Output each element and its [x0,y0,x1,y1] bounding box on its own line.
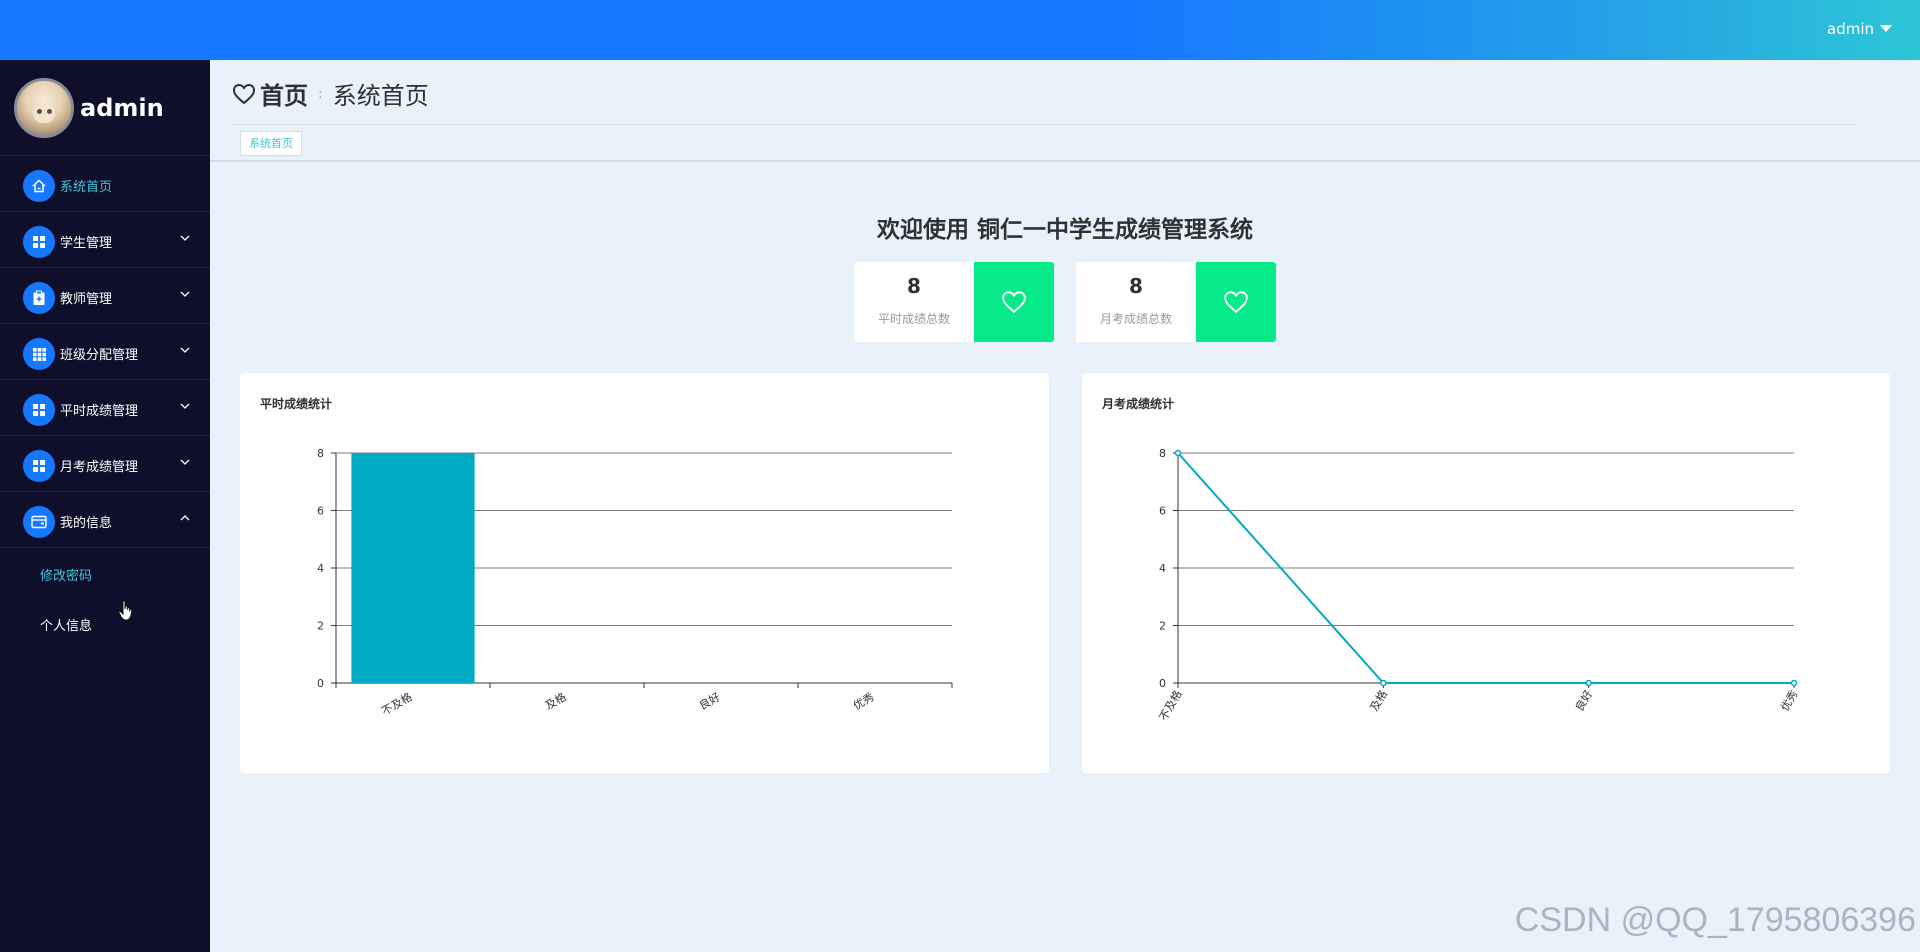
x-tick-label: 及格 [1367,688,1390,714]
user-menu[interactable]: admin [1827,20,1892,38]
sidebar-subitem-label: 修改密码 [40,569,93,584]
wallet-icon [23,506,55,538]
sidebar-item-daily-scores[interactable]: 平时成绩管理 [0,380,210,436]
chart-card-monthly: 月考成绩统计 0 2 4 6 8 不及格 及格 良好 优秀 [1082,373,1890,773]
sidebar-item-classes[interactable]: 班级分配管理 [0,324,210,380]
chart-card-daily: 平时成绩统计 0 2 4 6 8 不及格 及格 良好 优秀 [240,373,1049,773]
sidebar-subitem-personal-info[interactable]: 个人信息 [0,598,210,648]
y-tick-label: 8 [1159,447,1166,460]
stat-text: 8 平时成绩总数 [854,262,974,342]
chevron-down-icon [180,347,190,353]
bar [351,453,475,683]
data-point [1585,679,1592,687]
heart-icon [232,83,256,104]
grid-icon [23,450,55,482]
stat-value: 8 [907,274,921,298]
x-tick-label: 优秀 [851,690,877,712]
sidebar: admin 系统首页 学生管理 教师管理 班级分配管理 平时成绩管理 月考成绩管… [0,60,210,952]
clipboard-icon [23,282,55,314]
x-tick-label: 优秀 [1778,688,1800,714]
x-tick-label: 良好 [696,689,722,712]
sidebar-item-label: 我的信息 [60,516,113,531]
avatar [14,78,74,138]
divider [232,124,1857,125]
chevron-down-icon [180,403,190,409]
grid-icon [23,394,55,426]
tab-home[interactable]: 系统首页 [240,131,302,156]
y-tick-label: 4 [1159,562,1166,575]
sidebar-item-home[interactable]: 系统首页 [0,156,210,212]
line-chart: 0 2 4 6 8 不及格 及格 良好 优秀 [1156,447,1801,724]
data-point [1790,679,1798,687]
chevron-down-icon [180,291,190,297]
avatar-eye [37,109,42,114]
y-tick-label: 6 [1159,505,1166,518]
x-tick-label: 良好 [1572,688,1595,714]
y-tick-label: 4 [317,562,324,575]
avatar-eye [47,109,52,114]
stat-card-daily: 8 平时成绩总数 [854,262,1054,342]
stat-value: 8 [1129,274,1143,298]
sidebar-subitem-label: 个人信息 [40,619,93,634]
stat-icon-box [1196,262,1276,342]
sidebar-profile: admin [0,60,210,156]
data-point [1174,449,1182,457]
top-bar: admin [0,0,1920,60]
breadcrumb-current: 系统首页 [332,82,429,110]
stat-icon-box [974,262,1054,342]
chevron-down-icon [180,235,190,241]
sidebar-item-label: 班级分配管理 [60,348,139,363]
sidebar-item-label: 月考成绩管理 [60,460,139,475]
stat-text: 8 月考成绩总数 [1076,262,1196,342]
chevron-up-icon [180,515,190,521]
grid-icon [23,226,55,258]
hand-cursor-icon [118,600,133,621]
tab-bar-divider [210,160,1920,162]
avatar-face [33,103,55,123]
breadcrumb: 首页 : 系统首页 [232,76,429,111]
sidebar-item-label: 学生管理 [60,236,113,251]
sidebar-subitem-change-password[interactable]: 修改密码 [0,548,210,598]
y-tick-label: 0 [1159,677,1166,690]
y-tick-label: 2 [1159,620,1166,633]
heart-icon [1002,291,1026,314]
sidebar-item-label: 教师管理 [60,292,113,307]
welcome-title: 欢迎使用 铜仁一中学生成绩管理系统 [876,217,1253,243]
sidebar-username: admin [80,94,164,122]
x-tick-label: 不及格 [1156,688,1185,724]
data-point [1380,679,1387,687]
sidebar-item-monthly-scores[interactable]: 月考成绩管理 [0,436,210,492]
stat-card-monthly: 8 月考成绩总数 [1076,262,1276,342]
stat-label: 月考成绩总数 [1099,312,1172,326]
bar-chart: 0 2 4 6 8 不及格 及格 良好 优秀 [317,447,953,718]
watermark: CSDN @QQ_1795806396 [1514,901,1916,939]
caret-down-icon [1880,25,1892,32]
y-tick-label: 0 [317,677,324,690]
stat-label: 平时成绩总数 [877,312,950,326]
sidebar-item-teachers[interactable]: 教师管理 [0,268,210,324]
breadcrumb-home[interactable]: 首页 [260,76,308,111]
sidebar-item-students[interactable]: 学生管理 [0,212,210,268]
breadcrumb-separator: : [318,85,323,102]
sidebar-item-label: 系统首页 [60,180,113,195]
table-icon [23,338,55,370]
home-icon [23,170,55,202]
chevron-down-icon [180,459,190,465]
user-menu-label: admin [1827,20,1874,38]
heart-icon [1224,291,1248,314]
y-tick-label: 2 [317,620,324,633]
sidebar-item-label: 平时成绩管理 [60,404,139,419]
y-tick-label: 8 [317,447,324,460]
sidebar-item-my-info[interactable]: 我的信息 [0,492,210,548]
x-tick-label: 及格 [542,689,568,712]
y-tick-label: 6 [317,505,324,518]
x-tick-label: 不及格 [379,689,415,718]
